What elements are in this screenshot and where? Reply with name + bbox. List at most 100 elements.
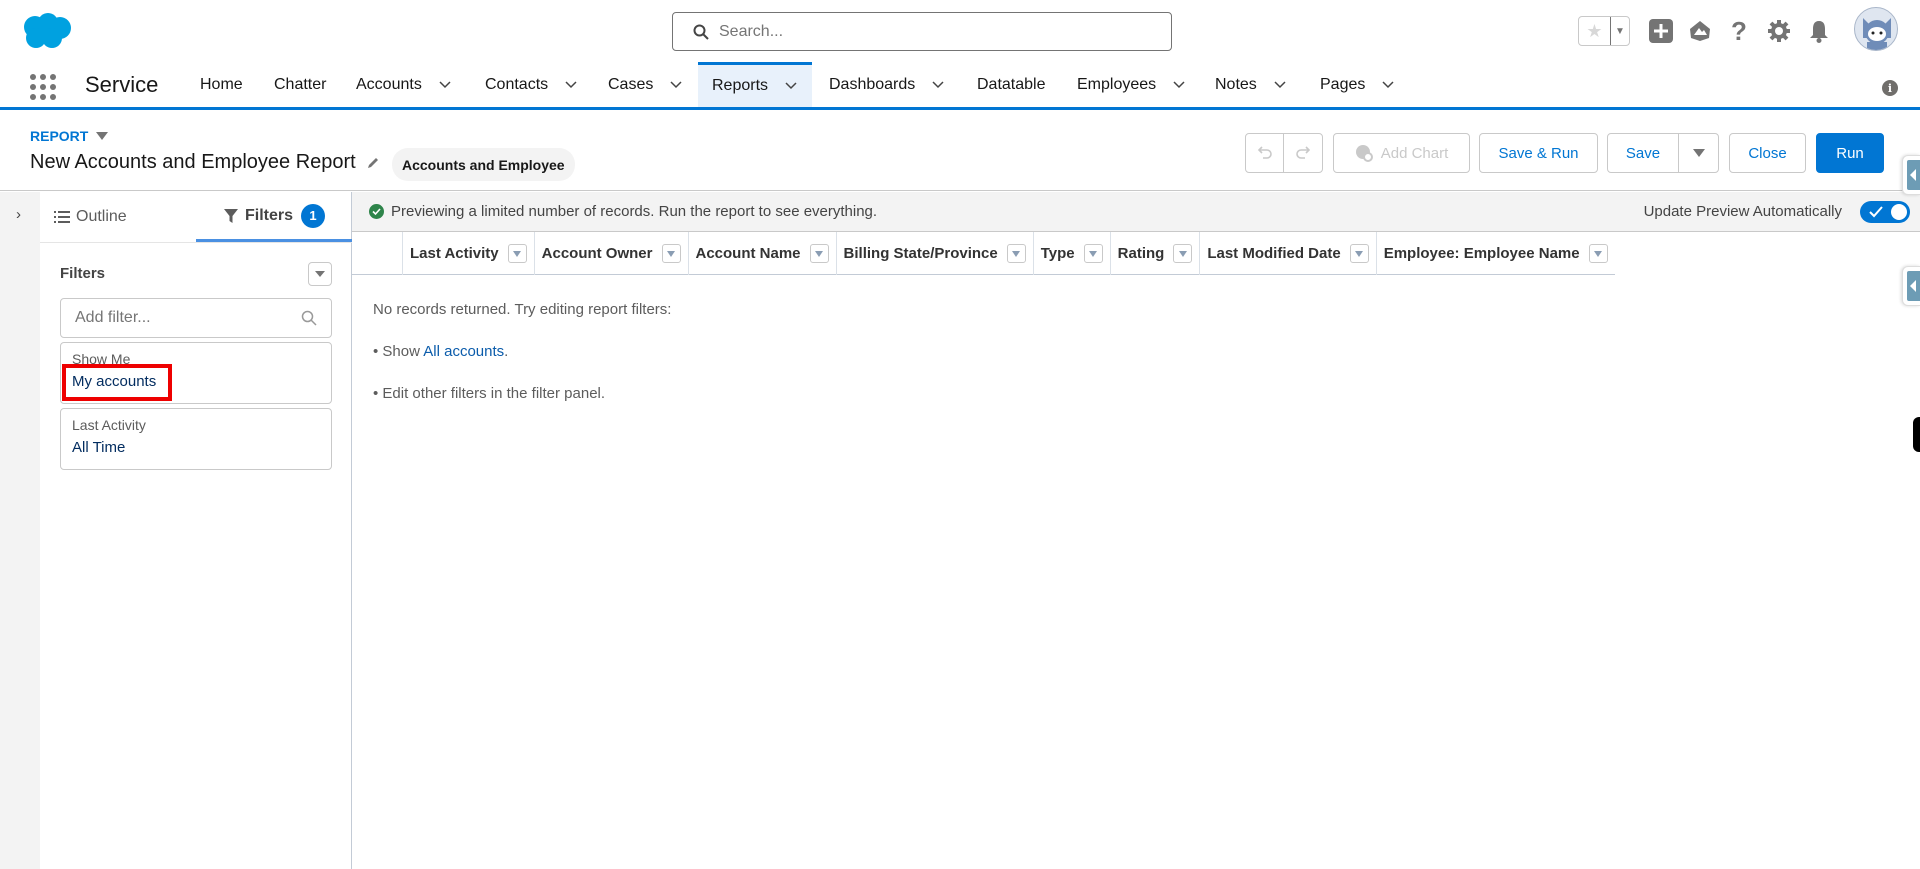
favorites-dropdown-icon[interactable]: ▼ — [1611, 17, 1629, 45]
nav-item-accounts[interactable]: Accounts — [342, 62, 466, 107]
expand-chevron-icon[interactable]: › — [16, 206, 21, 223]
undo-button[interactable] — [1246, 134, 1284, 172]
column-menu-icon[interactable] — [1349, 244, 1369, 263]
nav-item-label: Home — [200, 75, 243, 93]
salesforce-logo-icon[interactable] — [20, 13, 72, 49]
filters-menu-button[interactable] — [308, 262, 332, 286]
tab-filters-label: Filters — [244, 206, 293, 224]
setup-gear-icon[interactable] — [1766, 18, 1792, 44]
info-icon[interactable]: i — [1882, 80, 1898, 96]
nav-item-dashboards[interactable]: Dashboards — [815, 62, 959, 107]
column-menu-icon[interactable] — [507, 244, 527, 263]
column-header-label: Type — [1040, 245, 1075, 262]
column-header[interactable]: Account Name — [687, 232, 836, 275]
all-accounts-link[interactable]: All accounts — [423, 343, 504, 360]
filters-count-badge: 1 — [301, 203, 325, 228]
global-search-box[interactable] — [672, 12, 1172, 51]
global-search-input[interactable] — [719, 22, 1159, 41]
filter-label: Last Activity — [72, 417, 146, 433]
right-panel-toggle-bottom[interactable] — [1902, 266, 1920, 306]
chevron-down-icon[interactable] — [669, 78, 683, 92]
column-header-label: Employee: Employee Name — [1383, 245, 1580, 262]
redo-button[interactable] — [1284, 134, 1322, 172]
nav-item-home[interactable]: Home — [186, 62, 257, 107]
app-launcher-icon[interactable] — [30, 74, 56, 100]
preview-message: Previewing a limited number of records. … — [369, 203, 877, 220]
nav-item-employees[interactable]: Employees — [1063, 62, 1200, 107]
nav-item-pages[interactable]: Pages — [1306, 62, 1409, 107]
favorites-star-icon[interactable]: ★ — [1579, 17, 1611, 45]
nav-item-label: Pages — [1320, 75, 1366, 93]
save-button[interactable]: Save — [1608, 134, 1679, 172]
filters-heading: Filters — [60, 265, 106, 282]
nav-item-label: Employees — [1077, 75, 1157, 93]
run-button[interactable]: Run — [1816, 133, 1884, 173]
auto-update-toggle[interactable] — [1860, 201, 1910, 223]
global-actions-add-icon[interactable] — [1648, 18, 1674, 44]
column-menu-icon[interactable] — [1588, 244, 1608, 263]
help-icon[interactable]: ? — [1726, 16, 1752, 46]
column-header-label: Account Name — [695, 245, 801, 262]
add-chart-button[interactable]: Add Chart — [1333, 133, 1470, 173]
chevron-down-icon[interactable] — [1381, 78, 1395, 92]
column-header[interactable]: Type — [1032, 232, 1110, 275]
edit-pencil-icon[interactable] — [366, 156, 380, 170]
column-header[interactable]: Rating — [1109, 232, 1200, 275]
nav-item-label: Notes — [1215, 75, 1257, 93]
chevron-down-icon[interactable] — [564, 78, 578, 92]
check-icon — [1869, 206, 1883, 218]
column-header[interactable]: Billing State/Province — [835, 232, 1033, 275]
nav-item-notes[interactable]: Notes — [1201, 62, 1301, 107]
app-navigation-bar: Service Home Chatter Accounts Contacts Cases… — [0, 62, 1920, 110]
user-avatar[interactable] — [1854, 7, 1898, 51]
nav-item-reports[interactable]: Reports — [698, 62, 813, 107]
nav-item-label: Accounts — [356, 75, 422, 93]
column-header[interactable]: Employee: Employee Name — [1375, 232, 1615, 275]
column-header-label: Last Modified Date — [1207, 245, 1341, 262]
add-filter-box[interactable] — [60, 298, 332, 338]
column-header[interactable]: Last Activity — [402, 232, 534, 275]
search-icon — [693, 24, 709, 40]
tab-filters[interactable]: Filters 1 — [196, 192, 352, 242]
chevron-down-icon[interactable] — [931, 78, 945, 92]
close-button[interactable]: Close — [1729, 133, 1806, 173]
chevron-down-icon[interactable] — [438, 78, 452, 92]
chevron-down-icon[interactable] — [784, 79, 798, 93]
tab-outline-label: Outline — [76, 208, 127, 225]
nav-item-datatable[interactable]: Datatable — [963, 62, 1060, 107]
tab-outline[interactable]: Outline — [54, 192, 127, 242]
column-menu-icon[interactable] — [661, 244, 681, 263]
save-menu-button[interactable] — [1679, 134, 1718, 172]
column-menu-icon[interactable] — [1173, 244, 1193, 263]
trailhead-icon[interactable] — [1687, 18, 1713, 44]
redo-icon — [1296, 146, 1311, 159]
side-drawer-handle[interactable] — [1913, 417, 1920, 452]
report-header: REPORT New Accounts and Employee Report … — [0, 113, 1920, 191]
filter-card-last-activity[interactable]: Last Activity All Time — [60, 408, 332, 470]
empty-state-edit-filters: • Edit other filters in the filter panel… — [373, 385, 606, 402]
report-object-label[interactable]: REPORT — [30, 128, 109, 144]
right-panel-toggle-top[interactable] — [1902, 155, 1920, 195]
list-icon — [54, 211, 70, 223]
preview-bar: Previewing a limited number of records. … — [352, 192, 1920, 232]
nav-item-contacts[interactable]: Contacts — [471, 62, 592, 107]
column-menu-icon[interactable] — [809, 244, 829, 263]
notifications-bell-icon[interactable] — [1806, 18, 1832, 44]
undo-icon — [1257, 146, 1272, 159]
filter-funnel-icon — [223, 208, 238, 223]
nav-item-label: Cases — [608, 75, 654, 93]
nav-item-chatter[interactable]: Chatter — [260, 62, 340, 107]
column-menu-icon[interactable] — [1083, 244, 1103, 263]
chevron-down-icon[interactable] — [1273, 78, 1287, 92]
nav-item-cases[interactable]: Cases — [594, 62, 697, 107]
add-filter-input[interactable] — [75, 309, 295, 327]
chevron-down-icon[interactable] — [1172, 78, 1186, 92]
highlight-box — [62, 364, 172, 401]
collapse-left-icon — [1907, 271, 1920, 301]
preview-message-text: Previewing a limited number of records. … — [391, 203, 878, 220]
column-header[interactable]: Last Modified Date — [1199, 232, 1375, 275]
save-and-run-button[interactable]: Save & Run — [1479, 133, 1598, 173]
column-menu-icon[interactable] — [1006, 244, 1026, 263]
column-header[interactable]: Account Owner — [533, 232, 688, 275]
caret-down-icon[interactable] — [96, 132, 109, 140]
